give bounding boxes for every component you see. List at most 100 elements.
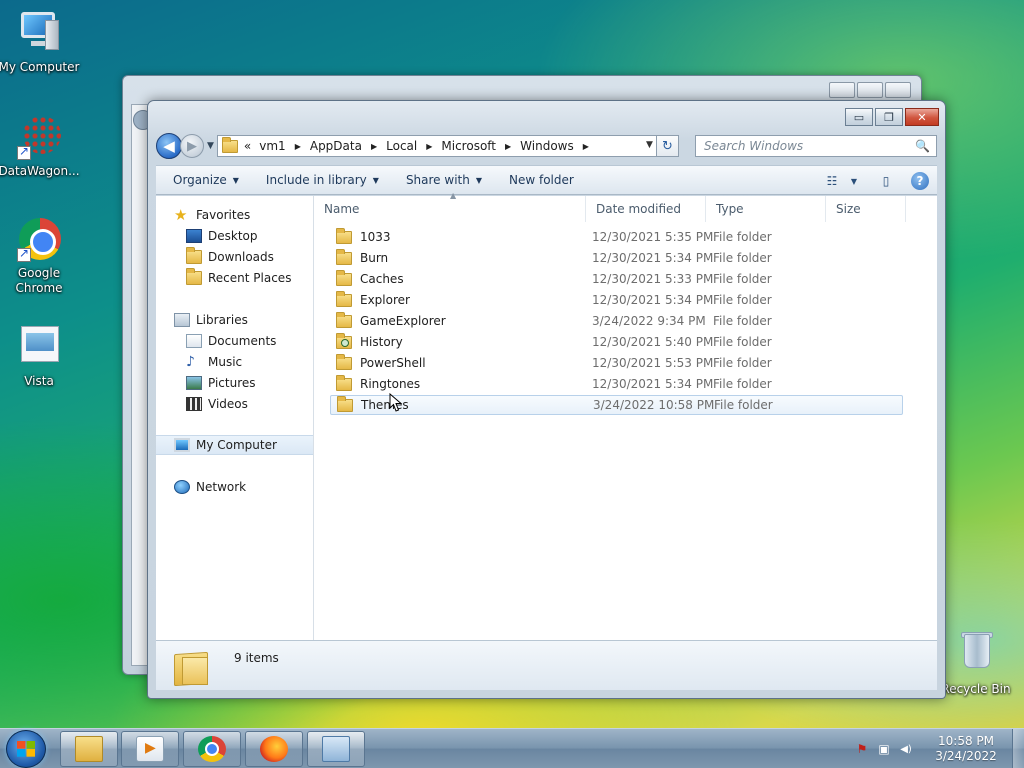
back-minimize-button[interactable]: [829, 82, 855, 98]
organize-menu[interactable]: Organize ▼: [173, 173, 239, 187]
file-date: 12/30/2021 5:40 PM: [592, 335, 714, 349]
taskbar-google-chrome[interactable]: [183, 731, 241, 767]
new-folder-button[interactable]: New folder: [509, 173, 574, 187]
maximize-button[interactable]: ❐: [875, 108, 903, 126]
network-icon[interactable]: ▣: [876, 741, 892, 757]
breadcrumb-separator[interactable]: ▶: [426, 142, 432, 151]
share-with-menu[interactable]: Share with ▼: [406, 173, 482, 187]
nav-my-computer[interactable]: My Computer: [156, 435, 313, 455]
file-row-1033[interactable]: 1033 12/30/2021 5:35 PM File folder: [330, 227, 903, 247]
file-row-history[interactable]: History 12/30/2021 5:40 PM File folder: [330, 332, 903, 352]
file-date: 3/24/2022 9:34 PM: [592, 314, 706, 328]
nav-music[interactable]: ♪ Music: [156, 352, 313, 372]
folder-icon: [336, 311, 352, 328]
view-options-dropdown[interactable]: ▼: [843, 170, 865, 192]
nav-desktop[interactable]: Desktop: [156, 226, 313, 246]
remote-desktop-icon: [322, 736, 350, 762]
music-icon: ♪: [186, 354, 195, 370]
help-icon[interactable]: ?: [911, 172, 929, 190]
address-history-dropdown[interactable]: ▼: [646, 140, 653, 150]
desktop-icon-google-chrome[interactable]: Google Chrome: [0, 214, 81, 296]
taskbar-media-player[interactable]: [121, 731, 179, 767]
desktop-icon-recycle-bin[interactable]: Recycle Bin: [934, 630, 1018, 697]
taskbar: ⚑ ▣ ◀) 10:58 PM 3/24/2022: [0, 728, 1024, 768]
file-row-ringtones[interactable]: Ringtones 12/30/2021 5:34 PM File folder: [330, 374, 903, 394]
nav-libraries[interactable]: Libraries: [156, 310, 313, 330]
breadcrumb-overflow[interactable]: «: [244, 139, 251, 153]
breadcrumb-item-appdata[interactable]: AppData ▶: [310, 139, 386, 153]
taskbar-firefox[interactable]: [245, 731, 303, 767]
libraries-icon: [174, 313, 190, 327]
file-row-caches[interactable]: Caches 12/30/2021 5:33 PM File folder: [330, 269, 903, 289]
navigation-pane[interactable]: ★ Favorites Desktop Downloads Recent Plac…: [156, 196, 314, 640]
close-button[interactable]: ✕: [905, 108, 939, 126]
breadcrumb-separator[interactable]: ▶: [505, 142, 511, 151]
breadcrumb-separator[interactable]: ▶: [295, 142, 301, 151]
nav-downloads[interactable]: Downloads: [156, 247, 313, 267]
nav-pictures[interactable]: Pictures: [156, 373, 313, 393]
taskbar-windows-explorer[interactable]: [60, 731, 118, 767]
clock[interactable]: 10:58 PM 3/24/2022: [920, 734, 1012, 764]
column-header-date-modified[interactable]: Date modified: [586, 196, 706, 222]
volume-icon[interactable]: ◀): [898, 741, 914, 757]
nav-network[interactable]: Network: [156, 477, 313, 497]
file-date: 12/30/2021 5:34 PM: [592, 377, 714, 391]
folder-icon: [221, 136, 238, 153]
column-header-size[interactable]: Size: [826, 196, 906, 222]
file-row-burn[interactable]: Burn 12/30/2021 5:34 PM File folder: [330, 248, 903, 268]
column-header-type[interactable]: Type: [706, 196, 826, 222]
refresh-button[interactable]: ↻: [656, 135, 679, 157]
change-view-icon[interactable]: ☷: [821, 170, 843, 192]
minimize-button[interactable]: ▭: [845, 108, 873, 126]
desktop-icon-vista[interactable]: Vista: [0, 322, 81, 389]
breadcrumb-item-vm1[interactable]: vm1 ▶: [259, 139, 310, 153]
file-row-powershell[interactable]: PowerShell 12/30/2021 5:53 PM File folde…: [330, 353, 903, 373]
sort-ascending-icon: ▲: [450, 191, 457, 200]
forward-button[interactable]: ▶: [180, 134, 204, 158]
details-pane: 9 items: [156, 640, 937, 690]
nav-favorites[interactable]: ★ Favorites: [156, 205, 313, 225]
search-icon[interactable]: 🔍: [915, 139, 930, 153]
vista-document-icon: [15, 322, 63, 370]
file-row-gameexplorer[interactable]: GameExplorer 3/24/2022 9:34 PM File fold…: [330, 311, 903, 331]
action-center-icon[interactable]: ⚑: [854, 741, 870, 757]
nav-documents[interactable]: Documents: [156, 331, 313, 351]
search-input[interactable]: Search Windows 🔍: [695, 135, 937, 157]
include-in-library-menu[interactable]: Include in library ▼: [266, 173, 379, 187]
taskbar-remote-desktop[interactable]: [307, 731, 365, 767]
breadcrumb-item-microsoft[interactable]: Microsoft ▶: [441, 139, 520, 153]
computer-icon: [174, 438, 190, 452]
network-icon: [174, 480, 190, 494]
breadcrumb-item-local[interactable]: Local ▶: [386, 139, 441, 153]
file-row-themes[interactable]: Themes 3/24/2022 10:58 PM File folder: [330, 395, 903, 415]
file-type: File folder: [713, 230, 772, 244]
breadcrumb-separator[interactable]: ▶: [371, 142, 377, 151]
computer-icon: [15, 8, 63, 56]
desktop-icon-datawagon[interactable]: DataWagon...: [0, 112, 81, 179]
back-maximize-button[interactable]: [857, 82, 883, 98]
file-type: File folder: [713, 293, 772, 307]
navigation-bar: ◀ ▶ ▼ « vm1 ▶ AppData ▶ Local ▶ Microsoft ▶ …: [156, 133, 937, 159]
nav-recent-places[interactable]: Recent Places: [156, 268, 313, 288]
file-list[interactable]: Name ▲ Date modified Type Size 1033 12/3…: [314, 191, 937, 640]
address-bar[interactable]: « vm1 ▶ AppData ▶ Local ▶ Microsoft ▶ Window…: [216, 135, 657, 157]
show-desktop-button[interactable]: [1012, 729, 1024, 768]
column-header-name[interactable]: Name ▲: [314, 191, 586, 222]
recent-pages-dropdown[interactable]: ▼: [207, 141, 214, 151]
start-button[interactable]: [6, 730, 46, 768]
back-button[interactable]: ◀: [156, 133, 182, 159]
explorer-window[interactable]: ▭ ❐ ✕ ◀ ▶ ▼ « vm1 ▶ AppData ▶ Local ▶ Micro…: [147, 100, 946, 699]
preview-pane-icon[interactable]: ▯: [875, 170, 897, 192]
desktop-icon-my-computer[interactable]: My Computer: [0, 8, 81, 75]
desktop-icon-label: Google Chrome: [15, 266, 63, 295]
file-type: File folder: [713, 356, 772, 370]
system-tray: ⚑ ▣ ◀) 10:58 PM 3/24/2022: [854, 729, 1024, 768]
command-bar: Organize ▼ Include in library ▼ Share with…: [156, 165, 937, 195]
item-count: 9 items: [234, 651, 279, 665]
breadcrumb-item-windows[interactable]: Windows ▶: [520, 139, 598, 153]
file-date: 12/30/2021 5:33 PM: [592, 272, 714, 286]
nav-videos[interactable]: Videos: [156, 394, 313, 414]
file-row-explorer[interactable]: Explorer 12/30/2021 5:34 PM File folder: [330, 290, 903, 310]
breadcrumb-separator[interactable]: ▶: [583, 142, 589, 151]
back-close-button[interactable]: [885, 82, 911, 98]
